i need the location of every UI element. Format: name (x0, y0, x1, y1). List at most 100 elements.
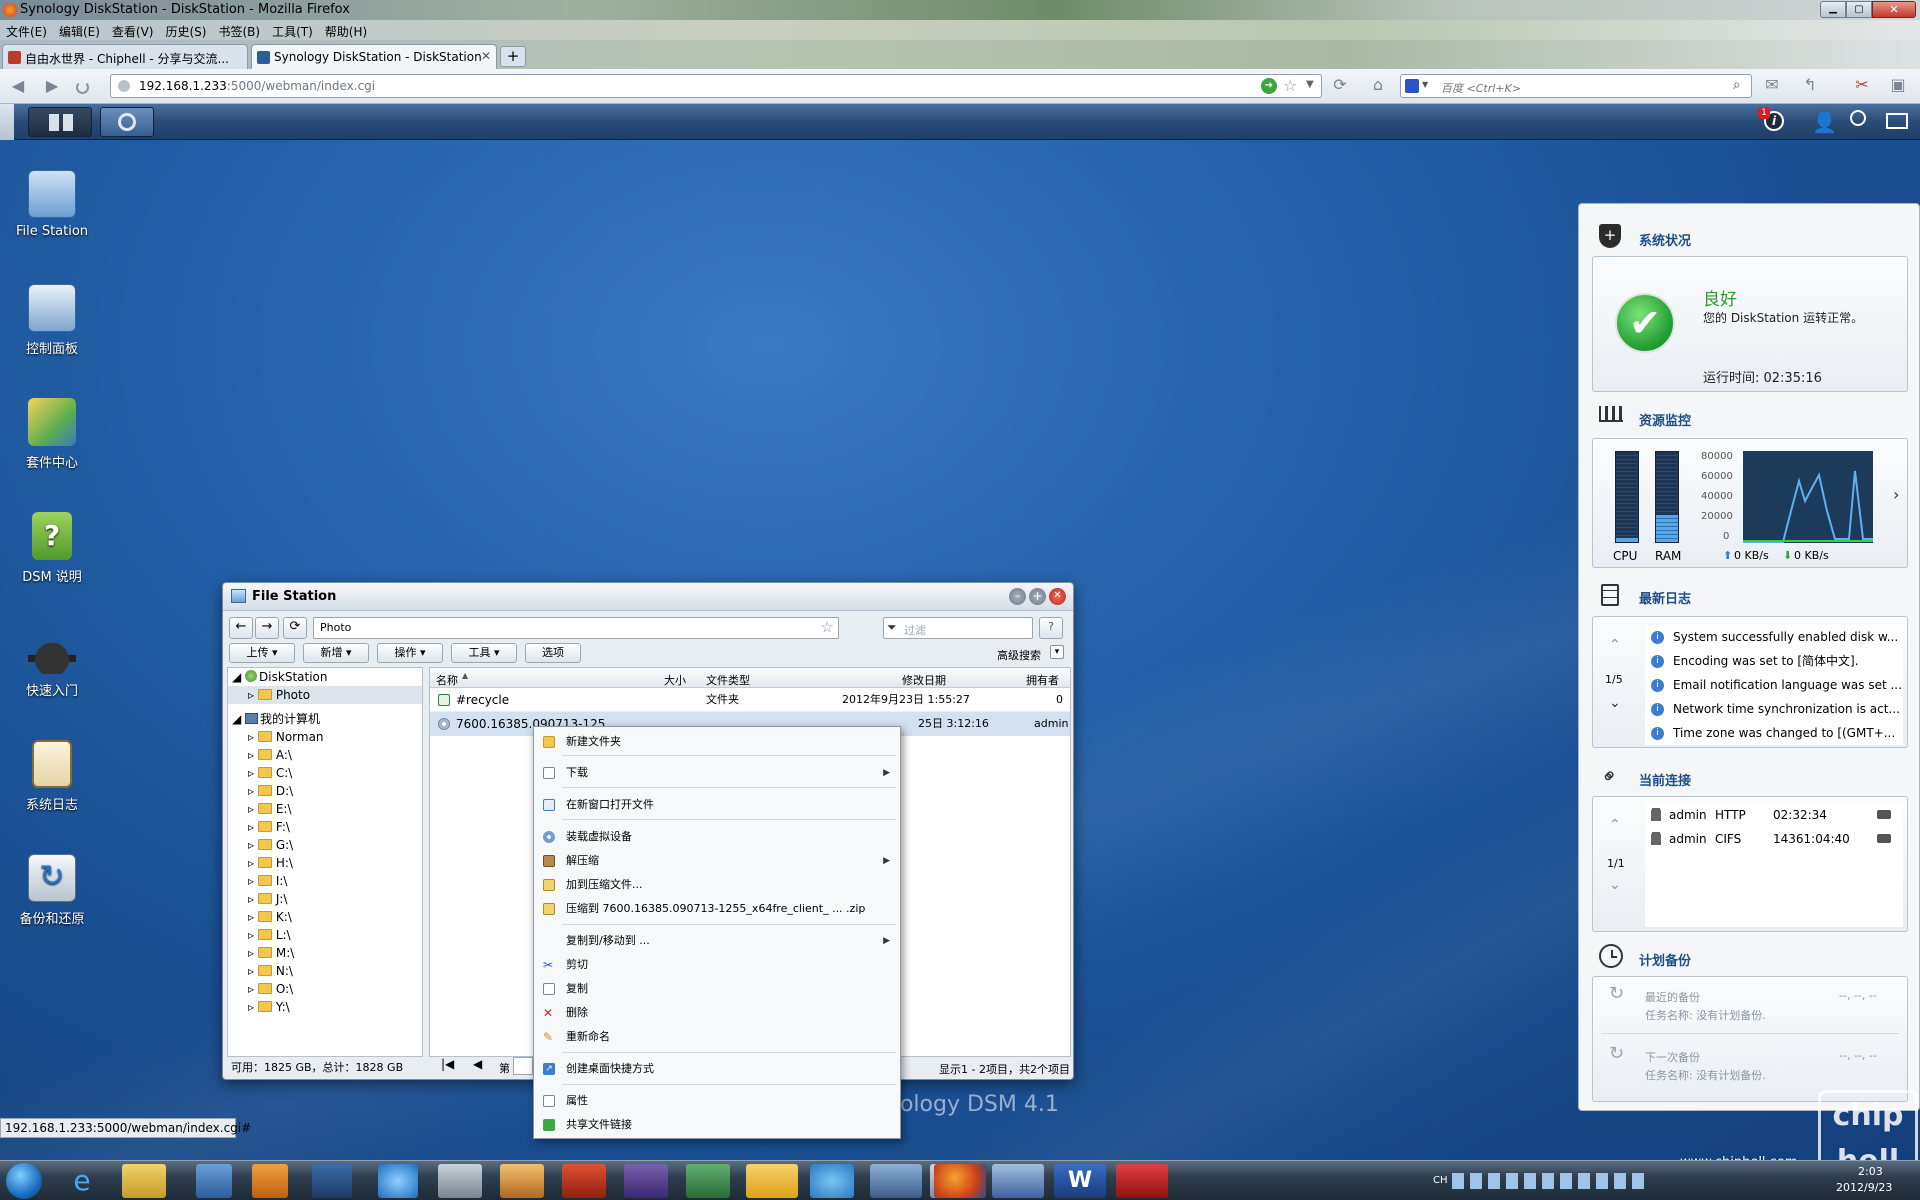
media-player-icon[interactable] (378, 1164, 418, 1198)
tree-node-drive[interactable]: ▹ F:\ (228, 818, 422, 836)
tree-node-diskstation[interactable]: ◢ DiskStation (228, 668, 422, 686)
menu-file[interactable]: 文件(E) (6, 23, 47, 40)
app-icon-6[interactable] (562, 1164, 606, 1198)
column-modified[interactable]: 修改日期 (902, 672, 946, 688)
advanced-search-toggle-icon[interactable]: ▾ (1050, 645, 1064, 659)
menu-bookmarks[interactable]: 书签(B) (218, 23, 260, 40)
menu-create-shortcut[interactable]: ↗ 创建桌面快捷方式 (534, 1058, 900, 1080)
word-icon[interactable]: W (1054, 1164, 1106, 1198)
minimize-button[interactable]: ▁ (1820, 1, 1846, 18)
share-icon[interactable]: ↰ (1800, 76, 1820, 96)
tree-node-drive[interactable]: ▹ J:\ (228, 890, 422, 908)
page-number-input[interactable] (513, 1057, 533, 1075)
window-maximize-icon[interactable]: + (1029, 588, 1046, 605)
kick-connection-icon[interactable] (1877, 810, 1891, 819)
file-station-task-button[interactable] (100, 107, 154, 137)
help-button[interactable]: ? (1039, 617, 1063, 639)
bookmark-star-icon[interactable]: ☆ (1283, 76, 1297, 95)
tree-node-drive[interactable]: ▹ A:\ (228, 746, 422, 764)
advanced-search-link[interactable]: 高级搜索 (997, 647, 1041, 663)
menu-copy[interactable]: 复制 (534, 978, 900, 1000)
back-icon[interactable]: ◀ (8, 77, 28, 97)
filter-input[interactable]: ⏷ 过滤 (883, 617, 1033, 639)
go-icon[interactable]: ➔ (1261, 78, 1277, 94)
main-menu-button[interactable] (28, 107, 92, 137)
widgets-toggle-icon[interactable] (1886, 113, 1908, 129)
log-item[interactable]: i Email notification language was set ... (1645, 673, 1903, 697)
engine-dropdown-icon[interactable]: ▼ (1422, 80, 1428, 89)
search-dsm-icon[interactable] (1850, 110, 1866, 126)
logs-down-icon[interactable]: ⌄ (1609, 695, 1621, 711)
app-icon-12[interactable] (992, 1164, 1044, 1198)
log-item[interactable]: i Time zone was changed to [(GMT+... (1645, 721, 1903, 745)
file-row[interactable]: #recycle 文件夹 2012年9月23日 1:55:27 0 (430, 688, 1070, 712)
explorer-icon[interactable] (122, 1164, 166, 1198)
desktop-icon-quick-start[interactable]: 快速入门 (2, 626, 102, 699)
app-icon-4[interactable] (438, 1164, 482, 1198)
tree-node-drive[interactable]: ▹ N:\ (228, 962, 422, 980)
menu-view[interactable]: 查看(V) (112, 23, 154, 40)
desktop-icon-file-station[interactable]: File Station (2, 170, 102, 239)
menu-history[interactable]: 历史(S) (165, 23, 206, 40)
search-icon[interactable]: ⌕ (1733, 77, 1741, 93)
menu-help[interactable]: 帮助(H) (325, 23, 367, 40)
log-item[interactable]: i Network time synchronization is act... (1645, 697, 1903, 721)
log-item[interactable]: i System successfully enabled disk w... (1645, 625, 1903, 649)
desktop-icon-dsm-help[interactable]: ? DSM 说明 (2, 512, 102, 585)
menu-extract[interactable]: 解压缩 ▶ (534, 850, 900, 872)
first-page-icon[interactable]: |◀ (441, 1057, 454, 1071)
prev-page-icon[interactable]: ◀ (473, 1057, 482, 1071)
app-icon-3[interactable] (312, 1164, 352, 1198)
app-icon-7[interactable] (624, 1164, 668, 1198)
tab-diskstation[interactable]: Synology DiskStation - DiskStation ✕ (251, 44, 497, 69)
file-station-header[interactable]: File Station – + ✕ (223, 583, 1073, 611)
fs-forward-button[interactable]: → (255, 617, 279, 639)
column-owner[interactable]: 拥有者 (1026, 672, 1059, 688)
desktop-icon-system-log[interactable]: 系统日志 (2, 740, 102, 813)
ie-icon[interactable]: e (62, 1164, 102, 1198)
create-button[interactable]: 新增 ▾ (303, 643, 369, 663)
column-type[interactable]: 文件类型 (706, 672, 750, 688)
menu-new-folder[interactable]: 新建文件夹 (534, 731, 900, 753)
menu-edit[interactable]: 编辑(E) (59, 23, 100, 40)
close-window-button[interactable]: ✕ (1872, 1, 1916, 18)
app-icon-5[interactable] (500, 1164, 544, 1198)
kick-connection-icon[interactable] (1877, 834, 1891, 843)
tree-node-photo[interactable]: ▹ Photo (228, 686, 422, 704)
clock-date[interactable]: 2012/9/23 (1836, 1181, 1892, 1194)
app-icon-9[interactable] (810, 1164, 854, 1198)
url-dropdown-icon[interactable]: ▼ (1306, 79, 1314, 90)
fs-refresh-button[interactable]: ⟳ (283, 617, 307, 639)
app-icon-1[interactable] (196, 1164, 232, 1198)
tree-node-drive[interactable]: ▹ E:\ (228, 800, 422, 818)
home-icon[interactable]: ⌂ (1368, 76, 1388, 96)
baidu-engine-icon[interactable] (1405, 79, 1419, 93)
window-close-icon[interactable]: ✕ (1049, 588, 1066, 605)
menu-properties[interactable]: 属性 (534, 1090, 900, 1112)
desktop-icon-control-panel[interactable]: 控制面板 (2, 284, 102, 357)
tree-node-drive[interactable]: ▹ D:\ (228, 782, 422, 800)
logs-up-icon[interactable]: ⌃ (1609, 637, 1621, 653)
upload-button[interactable]: 上传 ▾ (229, 643, 295, 663)
tab-chiphell[interactable]: 自由水世界 - Chiphell - 分享与交流... (2, 44, 248, 69)
column-name[interactable]: 名称 (436, 672, 458, 688)
firefox-taskbar-icon[interactable] (934, 1164, 986, 1198)
menu-copy-move-to[interactable]: 复制到/移动到 ... ▶ (534, 930, 900, 952)
action-button[interactable]: 操作 ▾ (377, 643, 443, 663)
reload-icon[interactable]: ⟳ (1330, 76, 1350, 96)
fs-back-button[interactable]: ← (229, 617, 253, 639)
mail-icon[interactable]: ✉ (1762, 76, 1782, 96)
tree-node-my-computer[interactable]: ◢ 我的计算机 (228, 710, 422, 728)
menu-rename[interactable]: ✎ 重新命名 (534, 1026, 900, 1048)
close-tab-icon[interactable]: ✕ (481, 49, 491, 63)
tools-button[interactable]: 工具 ▾ (451, 643, 517, 663)
tree-node-drive[interactable]: ▹ M:\ (228, 944, 422, 962)
tree-node-drive[interactable]: ▹ H:\ (228, 854, 422, 872)
menu-share-link[interactable]: 共享文件链接 (534, 1114, 900, 1136)
menu-compress-zip[interactable]: 压缩到 7600.16385.090713-1255_x64fre_client… (534, 898, 900, 920)
desktop-icon-package-center[interactable]: 套件中心 (2, 398, 102, 471)
connections-up-icon[interactable]: ⌃ (1609, 817, 1621, 833)
tree-node-drive[interactable]: ▹ Norman (228, 728, 422, 746)
menu-add-to-archive[interactable]: 加到压缩文件... (534, 874, 900, 896)
favorite-star-icon[interactable]: ☆ (821, 618, 834, 636)
